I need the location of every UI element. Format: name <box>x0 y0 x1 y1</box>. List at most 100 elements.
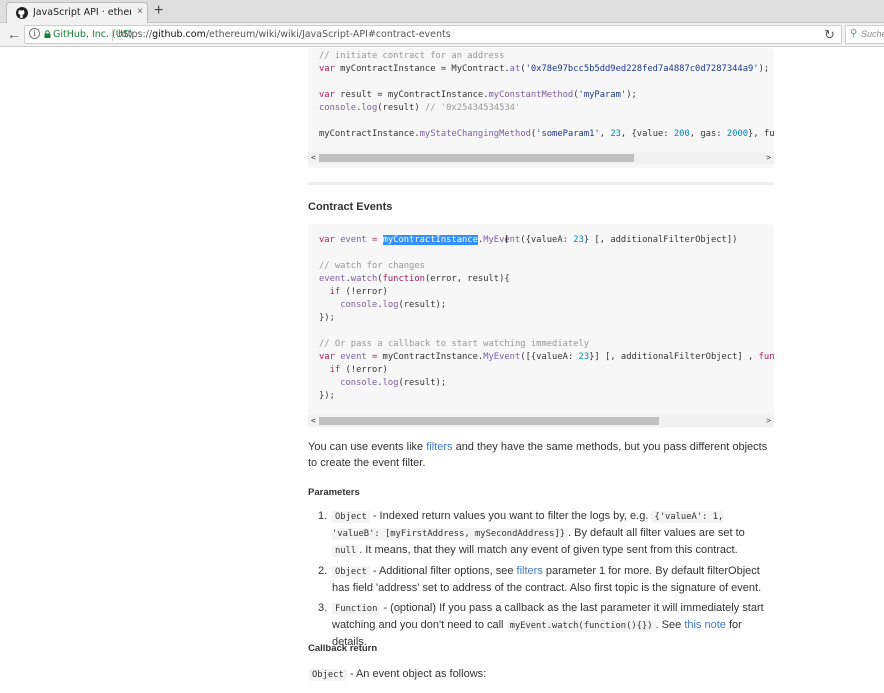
url-host: github.com <box>152 29 206 40</box>
new-tab-button[interactable]: + <box>154 2 163 20</box>
url-text[interactable]: https://github.com/ethereum/wiki/wiki/Ja… <box>118 29 451 40</box>
list-text: - Additional filter options, see <box>369 565 517 577</box>
inline-code: Function <box>332 603 381 615</box>
list-number: 2. <box>318 565 328 577</box>
list-item: 1. Object - Indexed return values you wan… <box>308 508 774 559</box>
scroll-left-icon[interactable]: < <box>311 152 316 164</box>
code-text: var event = myContractInstance.MyEvent({… <box>319 234 774 403</box>
code-token: var <box>319 352 335 362</box>
code-block-contract-methods: // initiate contract for an address var m… <box>308 48 774 168</box>
code-token: 23 <box>578 352 590 362</box>
scroll-thumb[interactable] <box>319 154 634 162</box>
text-cursor-icon: I <box>505 233 509 246</box>
code-line: }); <box>319 312 774 325</box>
callback-description: Object - An event object as follows: <box>309 666 775 683</box>
code-line: console.log(result); <box>319 377 774 390</box>
code-token: // watch for changes <box>319 261 425 271</box>
this-note-link[interactable]: this note <box>684 619 726 631</box>
code-token: myContractInstance. <box>377 352 484 362</box>
code-token: log <box>382 300 399 310</box>
inline-code: myEvent.watch(function(){}) <box>506 620 656 632</box>
code-token: (!error) <box>340 365 388 375</box>
close-tab-icon[interactable]: × <box>137 6 143 17</box>
code-line: console.log(result) // '0x25434534534' <box>319 102 774 115</box>
callback-text: - An event object as follows: <box>346 668 487 680</box>
code-token: (result) <box>377 103 425 113</box>
code-text: // initiate contract for an address var m… <box>319 50 774 141</box>
page-content: // initiate contract for an address var m… <box>0 48 884 693</box>
search-box[interactable]: ⚲ Suche <box>845 25 884 44</box>
code-token: var <box>319 235 335 245</box>
scroll-right-icon[interactable]: > <box>766 152 771 164</box>
code-token: myConstantMethod <box>488 90 574 100</box>
code-line: // watch for changes <box>319 260 774 273</box>
code-token: event <box>340 235 367 245</box>
code-token: 2000 <box>726 129 749 139</box>
code-token: }); <box>319 391 335 401</box>
code-line: var event = myContractInstance.MyEvent([… <box>319 351 774 364</box>
code-token: }); <box>319 313 335 323</box>
code-token: var <box>319 64 335 74</box>
code-token: 23 <box>610 129 621 139</box>
tab-strip: JavaScript API · ethereum/... × + <box>0 0 884 23</box>
back-arrow-icon[interactable]: ← <box>7 26 21 42</box>
parameters-list: 1. Object - Indexed return values you wan… <box>308 508 774 654</box>
code-token: event <box>340 352 367 362</box>
code-token: console <box>340 300 378 310</box>
scroll-thumb[interactable] <box>319 417 659 425</box>
code-token: watch <box>350 274 378 284</box>
code-line: if (!error) <box>319 364 774 377</box>
code-token: MyEvent <box>483 352 521 362</box>
code-token: }, fu <box>748 129 774 139</box>
code-line: console.log(result); <box>319 299 774 312</box>
scroll-right-icon[interactable]: > <box>766 415 771 427</box>
code-token: (error, result){ <box>424 274 510 284</box>
code-line: var result = myContractInstance.myConsta… <box>319 89 774 102</box>
code-token: (result); <box>398 378 447 388</box>
list-text: . It means, that they will match any eve… <box>359 544 738 556</box>
address-divider <box>112 29 113 41</box>
code-token: 'myParam' <box>578 90 627 100</box>
callback-return-heading: Callback return <box>308 643 378 654</box>
code-token: ); <box>758 64 770 74</box>
browser-toolbar: ← i GitHub, Inc. (US) https://github.com… <box>0 23 884 47</box>
intro-text: You can use events like <box>308 441 427 453</box>
search-placeholder: Suche <box>861 29 884 39</box>
code-line: }); <box>319 390 774 403</box>
list-item: 2. Object - Additional filter options, se… <box>308 563 774 596</box>
list-number: 3. <box>318 602 328 614</box>
code-token: 200 <box>673 129 690 139</box>
code-token: myContractInstance = MyContract. <box>334 64 510 74</box>
reload-icon[interactable]: ↻ <box>824 27 835 43</box>
filters-link[interactable]: filters <box>426 441 452 453</box>
code-token: if <box>329 287 341 297</box>
code-token: ({valueA: <box>520 235 574 245</box>
code-token: // '0x25434534534' <box>424 103 521 113</box>
filters-link[interactable]: filters <box>517 565 543 577</box>
code-line: // Or pass a callback to start watching … <box>319 338 774 351</box>
code-token: var <box>319 90 335 100</box>
code-token: if <box>329 365 341 375</box>
inline-code: Object <box>332 511 370 523</box>
code-token: // Or pass a callback to start watching … <box>319 339 590 349</box>
horizontal-scrollbar[interactable]: < > <box>308 152 774 164</box>
horizontal-scrollbar[interactable]: < > <box>308 415 774 427</box>
code-token: function <box>382 274 425 284</box>
scroll-left-icon[interactable]: < <box>311 415 316 427</box>
code-token: at <box>509 64 521 74</box>
section-divider <box>308 182 774 185</box>
url-scheme: https:// <box>118 29 153 40</box>
code-token: log <box>361 103 378 113</box>
selected-text: myContractInstance <box>382 235 478 245</box>
code-token: , gas: <box>689 129 727 139</box>
code-token: fun <box>758 352 774 362</box>
info-icon[interactable]: i <box>29 28 40 39</box>
address-bar[interactable]: i GitHub, Inc. (US) https://github.com/e… <box>24 25 842 44</box>
parameters-heading: Parameters <box>308 487 360 498</box>
browser-tab[interactable]: JavaScript API · ethereum/... × <box>6 2 148 23</box>
